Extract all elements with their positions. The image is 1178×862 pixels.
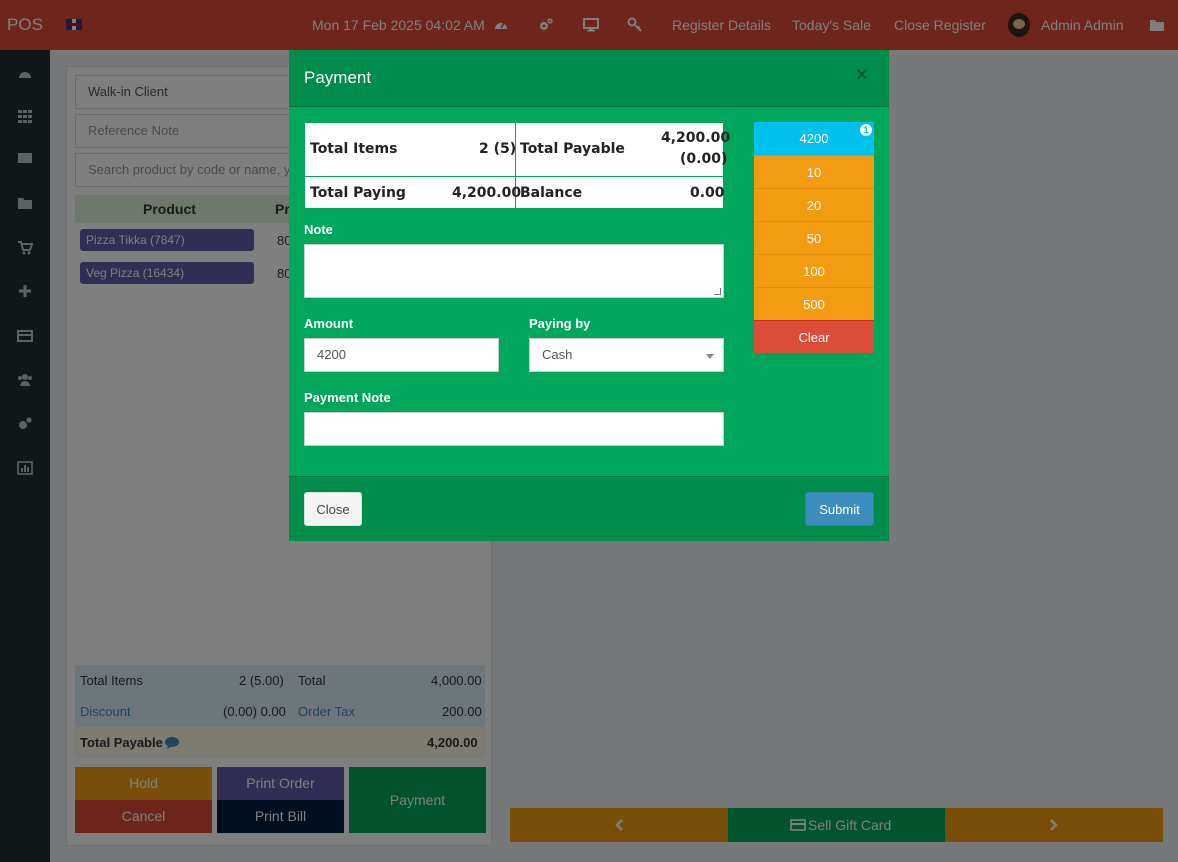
payment-modal: Payment × Total Items 2 (5) Total Payabl… — [289, 50, 889, 541]
paying-by-select[interactable]: Cash — [529, 338, 724, 372]
quick-cash-10-button[interactable]: 10 — [754, 155, 874, 188]
quick-cash-50-button[interactable]: 50 — [754, 221, 874, 254]
amount-label: Amount — [304, 316, 354, 331]
summary-balance-label: Balance — [520, 185, 583, 201]
payment-note-input[interactable] — [304, 412, 724, 446]
summary-total-paying-label: Total Paying — [310, 185, 406, 201]
summary-total-paying-value: 4,200.00 — [452, 185, 522, 201]
modal-title: Payment — [304, 68, 372, 87]
quick-cash-exact-button[interactable]: 4200 1 — [754, 122, 874, 155]
modal-close-icon[interactable]: × — [856, 64, 868, 87]
summary-balance-value: 0.00 — [690, 185, 725, 201]
note-textarea[interactable] — [304, 244, 724, 298]
quick-cash-label: 4200 — [799, 131, 829, 146]
quick-cash-500-button[interactable]: 500 — [754, 287, 874, 320]
submit-button[interactable]: Submit — [805, 492, 874, 526]
summary-total-payable-value: 4,200.00 — [661, 130, 731, 146]
summary-total-items-value: 2 (5) — [479, 141, 517, 157]
modal-footer: Close Submit — [289, 476, 889, 541]
summary-divider — [305, 176, 723, 177]
paying-by-value: Cash — [542, 347, 573, 362]
summary-total-payable-label: Total Payable — [520, 141, 625, 157]
quick-cash-20-button[interactable]: 20 — [754, 188, 874, 221]
payment-summary-table: Total Items 2 (5) Total Payable 4,200.00… — [304, 122, 730, 209]
note-label: Note — [304, 222, 333, 237]
modal-header: Payment × — [289, 50, 889, 107]
resize-handle-icon[interactable] — [714, 288, 721, 295]
clear-button[interactable]: Clear — [754, 320, 874, 353]
amount-input[interactable]: 4200 — [304, 338, 499, 372]
quick-cash-100-button[interactable]: 100 — [754, 254, 874, 287]
summary-total-payable-sub: (0.00) — [680, 151, 728, 167]
chevron-down-icon — [706, 354, 714, 359]
quick-cash-badge: 1 — [860, 124, 872, 136]
payment-note-label: Payment Note — [304, 390, 391, 405]
paying-by-label: Paying by — [529, 316, 591, 331]
close-button[interactable]: Close — [304, 492, 362, 526]
summary-total-items-label: Total Items — [310, 141, 398, 157]
